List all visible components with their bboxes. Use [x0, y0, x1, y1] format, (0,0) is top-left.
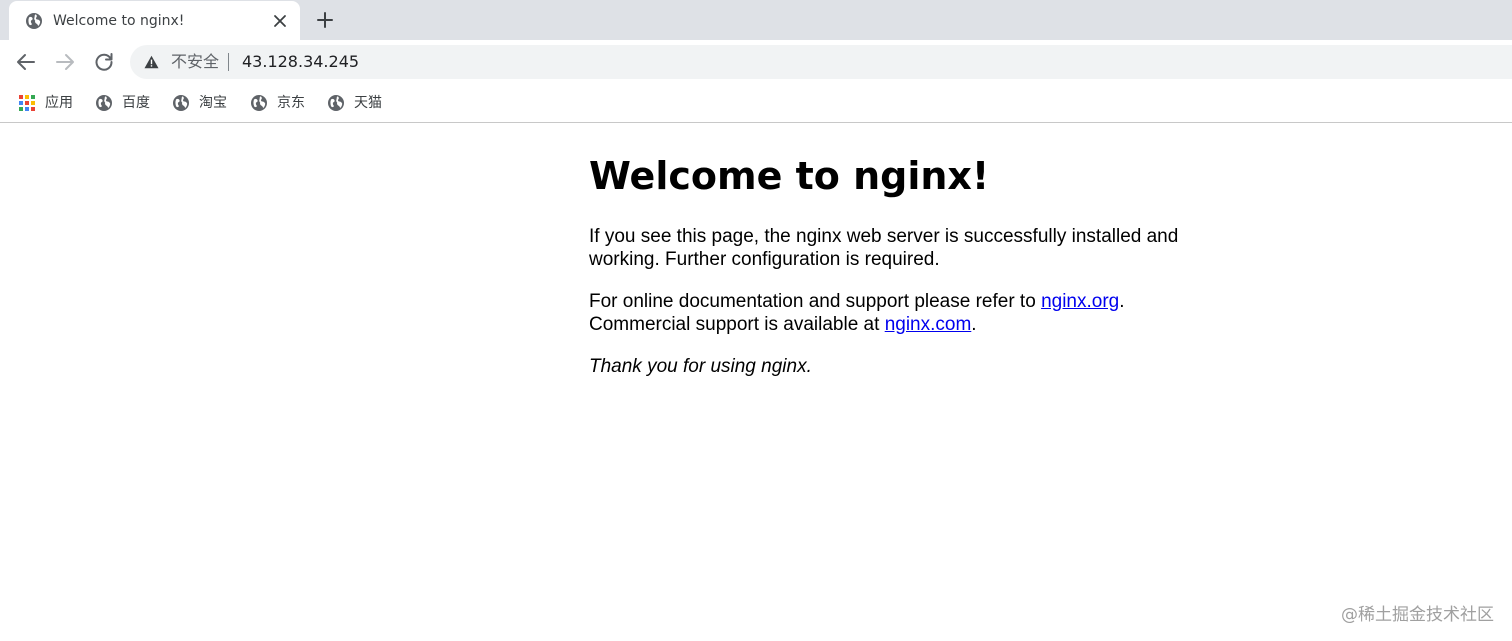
address-bar[interactable]: 不安全 43.128.34.245 — [130, 45, 1512, 79]
support-paragraph: For online documentation and support ple… — [589, 290, 1209, 336]
globe-icon — [328, 95, 344, 111]
globe-icon — [173, 95, 189, 111]
browser-toolbar: 不安全 43.128.34.245 — [0, 40, 1512, 84]
commercial-text: Commercial support is available at — [589, 314, 885, 335]
bookmark-taobao[interactable]: 淘宝 — [172, 92, 232, 114]
forward-arrow-icon[interactable] — [53, 50, 77, 74]
tab-nginx-welcome[interactable]: Welcome to nginx! — [9, 1, 300, 40]
back-arrow-icon[interactable] — [14, 50, 38, 74]
bookmark-jd[interactable]: 京东 — [250, 92, 310, 114]
tab-strip: Welcome to nginx! — [0, 0, 1512, 40]
globe-icon — [26, 13, 42, 29]
tab-title: Welcome to nginx! — [53, 13, 185, 29]
bookmark-label: 淘宝 — [199, 95, 227, 111]
new-tab-plus-icon[interactable] — [314, 9, 336, 31]
bookmarks-bar: 应用 百度 淘宝 京东 天猫 — [0, 84, 1512, 123]
globe-icon — [96, 95, 112, 111]
bookmark-tmall[interactable]: 天猫 — [327, 92, 387, 114]
bookmark-label: 百度 — [122, 95, 150, 111]
nginx-org-link[interactable]: nginx.org — [1041, 291, 1119, 312]
support-text-end: . — [1119, 291, 1125, 312]
commercial-text-end: . — [971, 314, 977, 335]
warning-icon[interactable] — [144, 55, 159, 69]
address-bar-divider — [228, 53, 229, 71]
intro-paragraph: If you see this page, the nginx web serv… — [589, 226, 1179, 270]
bookmark-apps[interactable]: 应用 — [18, 92, 78, 114]
page-content: Welcome to nginx! If you see this page, … — [589, 124, 1209, 378]
reload-icon[interactable] — [92, 50, 116, 74]
support-text: For online documentation and support ple… — [589, 291, 1042, 312]
page-title: Welcome to nginx! — [589, 154, 990, 198]
thanks-paragraph: Thank you for using nginx. — [589, 356, 812, 377]
bookmark-label: 天猫 — [354, 95, 382, 111]
apps-grid-icon — [18, 94, 36, 112]
security-status-label[interactable]: 不安全 — [171, 52, 219, 72]
bookmark-baidu[interactable]: 百度 — [95, 92, 155, 114]
close-icon[interactable] — [270, 11, 290, 31]
bookmark-label: 京东 — [277, 95, 305, 111]
globe-icon — [251, 95, 267, 111]
url-text[interactable]: 43.128.34.245 — [242, 51, 359, 72]
bookmark-label: 应用 — [45, 95, 73, 111]
nginx-com-link[interactable]: nginx.com — [885, 314, 972, 335]
watermark: @稀土掘金技术社区 — [1341, 605, 1494, 625]
